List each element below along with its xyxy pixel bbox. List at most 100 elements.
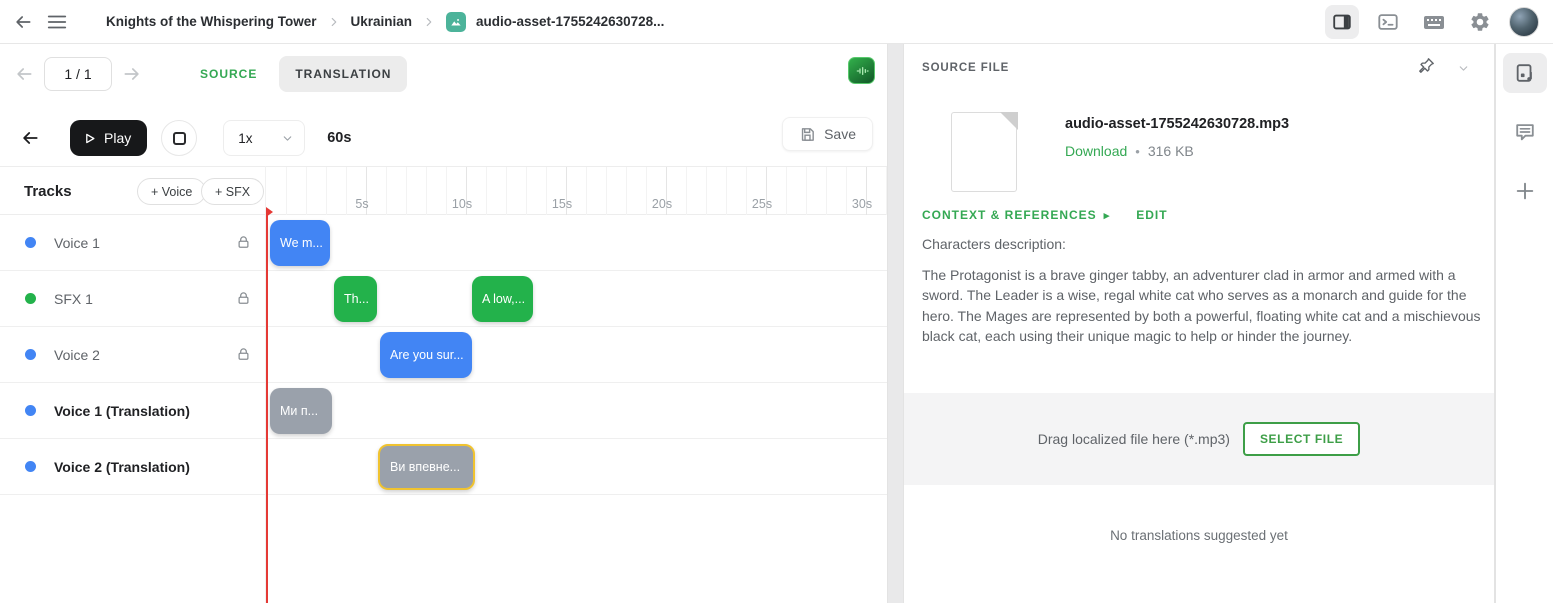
settings-gear-icon[interactable] [1463, 5, 1497, 39]
timeline-clip[interactable]: We m... [270, 220, 330, 266]
track-name: Voice 2 (Translation) [54, 459, 190, 475]
play-icon [83, 132, 96, 145]
playhead-handle[interactable] [266, 207, 273, 217]
topbar-actions [1325, 5, 1553, 39]
track-name: Voice 2 [54, 347, 100, 363]
editor-back-icon[interactable] [16, 124, 44, 152]
dubbing-app-icon[interactable] [848, 57, 875, 84]
terminal-icon[interactable] [1371, 5, 1405, 39]
toggle-right-panel-icon[interactable] [1325, 5, 1359, 39]
timeline-ruler[interactable]: 5s10s15s20s25s30s [265, 167, 887, 215]
ruler-tick [586, 167, 587, 215]
keyboard-icon[interactable] [1417, 5, 1451, 39]
ruler-tick [526, 167, 527, 215]
add-sfx-button[interactable]: + SFX [201, 178, 264, 205]
ruler-tick [826, 167, 827, 215]
stop-button[interactable] [161, 120, 197, 156]
timeline-clip[interactable]: Th... [334, 276, 377, 322]
ruler-tick-label: 30s [840, 197, 884, 211]
tab-source[interactable]: SOURCE [192, 57, 265, 91]
timeline-clip[interactable]: Are you sur... [380, 332, 472, 378]
save-icon [799, 126, 816, 143]
track-lane[interactable]: Are you sur... [265, 327, 887, 383]
timeline-lanes: We m...Th... A low,...Are you sur... Ми п.… [265, 215, 887, 495]
track-name: SFX 1 [54, 291, 93, 307]
chevron-down-icon [281, 132, 294, 145]
characters-description-text: The Protagonist is a brave ginger tabby,… [922, 265, 1488, 347]
ruler-tick-label: 15s [540, 197, 584, 211]
breadcrumb-project[interactable]: Knights of the Whispering Tower [106, 14, 317, 29]
context-references-link[interactable]: CONTEXT & REFERENCES [922, 208, 1097, 222]
add-panel-icon[interactable] [1503, 171, 1547, 211]
page-indicator[interactable]: 1 / 1 [44, 57, 112, 91]
track-label-list: Voice 1 SFX 1 Voice 2 Voice 1 (Translation)… [0, 215, 265, 495]
breadcrumb-asset[interactable]: audio-asset-1755242630728... [476, 14, 664, 29]
tracks-header: Tracks + Voice + SFX 5s10s15s20s25s30s [0, 166, 887, 215]
track-row[interactable]: Voice 2 (Translation) [0, 439, 265, 495]
localized-file-dropzone[interactable]: Drag localized file here (*.mp3) SELECT … [904, 393, 1494, 485]
track-row[interactable]: Voice 1 (Translation) [0, 383, 265, 439]
save-button-label: Save [824, 126, 856, 142]
track-name: Voice 1 (Translation) [54, 403, 190, 419]
top-bar: Knights of the Whispering Tower Ukrainia… [0, 0, 1553, 44]
track-row[interactable]: Voice 1 [0, 215, 265, 271]
track-lane[interactable]: We m... [265, 215, 887, 271]
timeline-clip[interactable]: A low,... [472, 276, 533, 322]
track-row[interactable]: SFX 1 [0, 271, 265, 327]
breadcrumb-language[interactable]: Ukrainian [351, 14, 413, 29]
save-button[interactable]: Save [782, 117, 873, 151]
chevron-down-icon[interactable] [1457, 62, 1470, 75]
track-row[interactable]: Voice 2 [0, 327, 265, 383]
lock-icon[interactable] [236, 291, 251, 306]
playhead-line[interactable] [266, 211, 268, 603]
page-prev-icon[interactable] [10, 60, 38, 88]
ruler-tick [786, 167, 787, 215]
chevron-right-icon [422, 15, 436, 29]
playback-speed-select[interactable]: 1x [223, 120, 305, 156]
timeline-clip[interactable]: Ми п... [270, 388, 332, 434]
track-lane[interactable]: Ми п... [265, 383, 887, 439]
add-voice-button[interactable]: + Voice [137, 178, 206, 205]
tracks-title: Tracks [24, 183, 72, 200]
source-file-panel: SOURCE FILE audio-asset-1755242630728.mp… [903, 44, 1495, 603]
pin-icon[interactable] [1417, 56, 1436, 75]
ruler-tick [326, 167, 327, 215]
track-color-dot [25, 237, 36, 248]
characters-description-title: Characters description: [922, 236, 1066, 252]
back-arrow-icon[interactable] [6, 5, 40, 39]
track-name: Voice 1 [54, 235, 100, 251]
meta-separator: • [1135, 144, 1140, 159]
track-lane[interactable]: Ви впевне... [265, 439, 887, 495]
context-references-row: CONTEXT & REFERENCES ▸ EDIT [922, 208, 1168, 222]
ruler-tick-label: 10s [440, 197, 484, 211]
select-file-button[interactable]: SELECT FILE [1243, 422, 1360, 456]
edit-context-link[interactable]: EDIT [1136, 208, 1167, 222]
ruler-tick [306, 167, 307, 215]
dropzone-hint: Drag localized file here (*.mp3) [1038, 431, 1230, 447]
ruler-tick [286, 167, 287, 215]
track-lane[interactable]: Th... A low,... [265, 271, 887, 327]
play-button[interactable]: Play [70, 120, 147, 156]
playback-speed-value: 1x [238, 131, 252, 146]
track-color-dot [25, 405, 36, 416]
download-link[interactable]: Download [1065, 143, 1127, 159]
ruler-tick [406, 167, 407, 215]
ruler-tick [506, 167, 507, 215]
app-root: Knights of the Whispering Tower Ukrainia… [0, 0, 1553, 603]
right-rail [1495, 44, 1553, 603]
comments-tab-icon[interactable] [1503, 112, 1547, 152]
pager-row: 1 / 1 SOURCE TRANSLATION [0, 54, 887, 94]
ruler-tick [686, 167, 687, 215]
ruler-tick-label: 5s [340, 197, 384, 211]
file-meta: Download • 316 KB [1065, 143, 1194, 159]
tab-translation[interactable]: TRANSLATION [279, 56, 407, 92]
timeline-clip[interactable]: Ви впевне... [378, 444, 475, 490]
ruler-tick [386, 167, 387, 215]
user-avatar[interactable] [1509, 7, 1539, 37]
lock-icon[interactable] [236, 347, 251, 362]
context-arrow-icon: ▸ [1104, 209, 1111, 222]
lock-icon[interactable] [236, 235, 251, 250]
hamburger-menu-icon[interactable] [40, 5, 74, 39]
audio-file-tab-icon[interactable] [1503, 53, 1547, 93]
page-next-icon[interactable] [118, 60, 146, 88]
